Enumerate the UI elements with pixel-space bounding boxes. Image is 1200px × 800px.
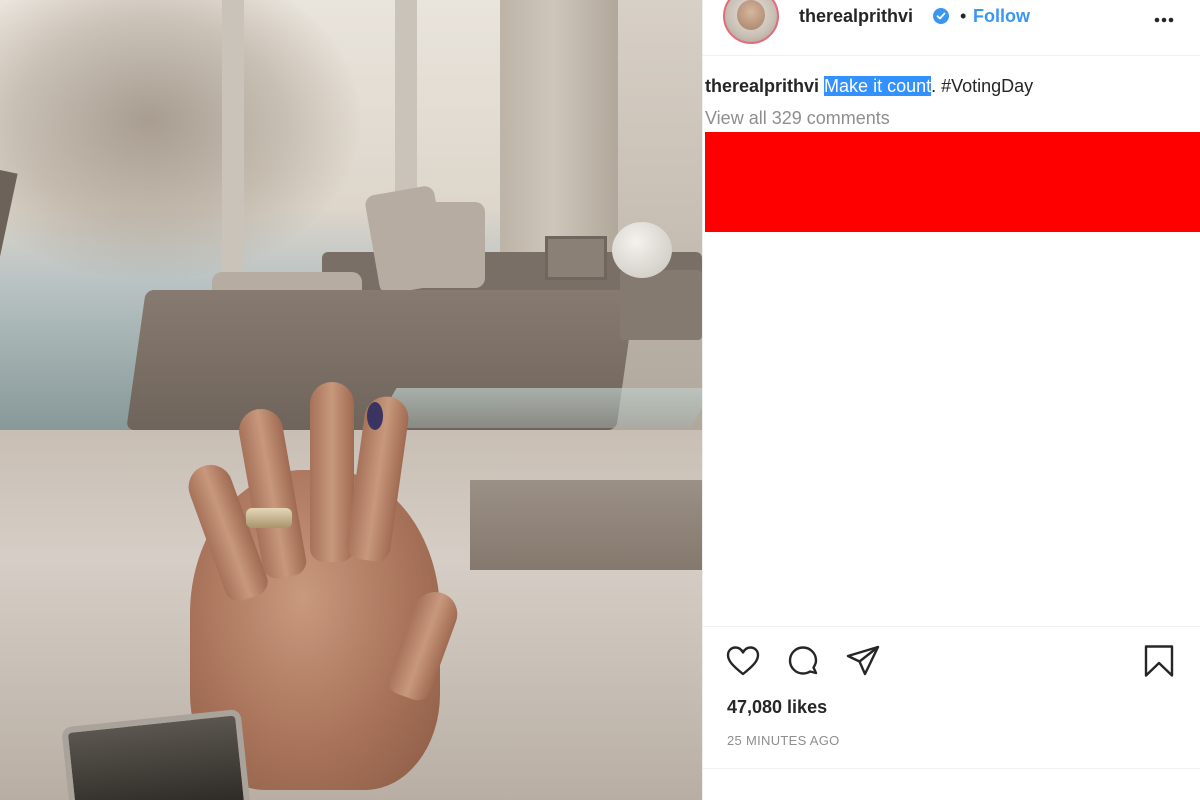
share-icon[interactable] bbox=[845, 643, 881, 679]
caption-rest-text: . #VotingDay bbox=[931, 76, 1034, 96]
photo-picture-frame bbox=[545, 236, 607, 280]
photo-ring bbox=[246, 508, 292, 528]
photo-lamp bbox=[612, 222, 672, 278]
photo-ink-mark bbox=[367, 402, 383, 430]
post-caption: therealprithvi Make it count. #VotingDay bbox=[705, 76, 1033, 97]
post-header: therealprithvi • Follow bbox=[703, 0, 1200, 56]
post-timestamp: 25 MINUTES AGO bbox=[727, 733, 840, 748]
avatar[interactable] bbox=[723, 0, 779, 44]
follow-button[interactable]: Follow bbox=[973, 6, 1030, 27]
comment-icon[interactable] bbox=[785, 643, 821, 679]
username-link[interactable]: therealprithvi bbox=[799, 6, 913, 27]
more-icon[interactable] bbox=[1149, 10, 1179, 30]
post-side-panel: therealprithvi • Follow therealprithvi M… bbox=[702, 0, 1200, 800]
caption-username[interactable]: therealprithvi bbox=[705, 76, 819, 96]
bookmark-icon[interactable] bbox=[1141, 643, 1177, 679]
verified-icon bbox=[933, 8, 949, 24]
view-comments-link[interactable]: View all 329 comments bbox=[705, 108, 890, 129]
post-actions: 47,080 likes 25 MINUTES AGO bbox=[703, 626, 1200, 768]
caption-selected-text: Make it count bbox=[824, 76, 932, 96]
photo-table-base bbox=[470, 480, 702, 570]
photo-pillow bbox=[415, 202, 485, 288]
divider bbox=[703, 768, 1200, 769]
likes-count[interactable]: 47,080 likes bbox=[727, 697, 827, 718]
redaction-box bbox=[705, 132, 1200, 232]
photo-sofa-right bbox=[620, 270, 702, 340]
dot-separator: • bbox=[960, 6, 967, 26]
photo-glass-table bbox=[373, 388, 702, 428]
heart-icon[interactable] bbox=[725, 643, 761, 679]
post-photo[interactable] bbox=[0, 0, 702, 800]
